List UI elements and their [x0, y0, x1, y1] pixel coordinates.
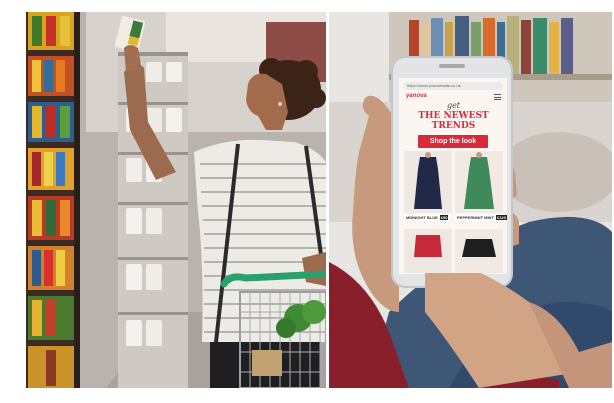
supermarket-photo	[26, 12, 326, 388]
phone-screen: https://www.yourwebsite.co.uk yanova get…	[400, 79, 507, 273]
product-tag[interactable]: MIDNIGHT BLUE £90	[404, 215, 451, 221]
phone-in-hand-photo: https://www.yourwebsite.co.uk yanova get…	[329, 12, 612, 388]
headline-line-1: THE NEWEST	[418, 111, 489, 121]
address-bar[interactable]: https://www.yourwebsite.co.uk	[404, 82, 503, 90]
product-name: PEPPERMINT MINT	[457, 215, 494, 220]
product-price: £90	[439, 215, 449, 220]
product-price: £120	[495, 215, 507, 220]
product-grid	[404, 151, 503, 273]
headline-line-2: TRENDS	[431, 121, 476, 131]
product-name: MIDNIGHT BLUE	[406, 215, 438, 220]
headline: THE NEWEST TRENDS	[400, 111, 507, 131]
shop-the-look-button[interactable]: Shop the look	[418, 135, 488, 148]
product-tag[interactable]: PEPPERMINT MINT £120	[455, 215, 507, 221]
kicker-text: get	[446, 101, 461, 110]
brand-logo[interactable]: yanova	[406, 93, 427, 99]
left-shelf	[26, 12, 80, 388]
